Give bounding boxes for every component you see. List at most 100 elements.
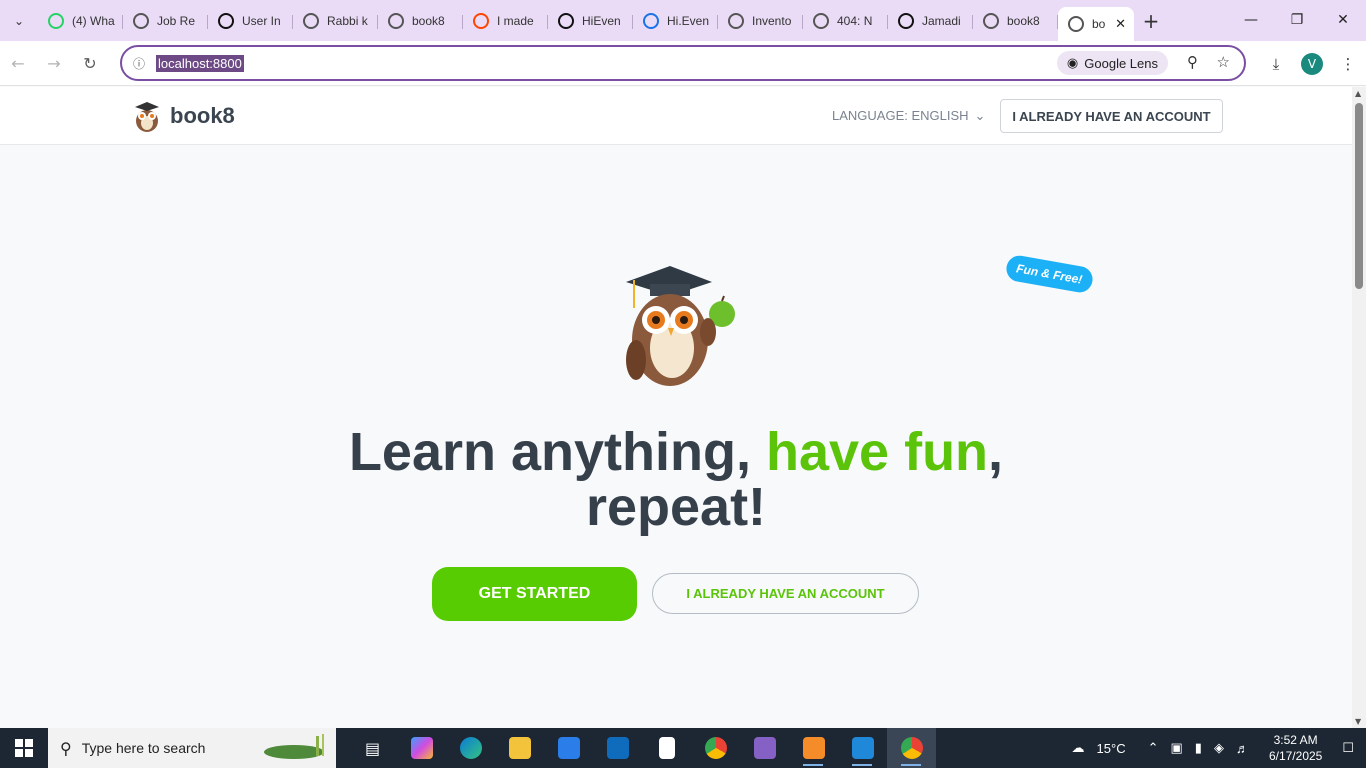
tab-title: (4) Wha [72, 13, 115, 28]
outlook-app[interactable] [593, 728, 642, 768]
browser-tab[interactable]: Invento [718, 6, 803, 36]
battery-icon[interactable]: ▮ [1189, 740, 1208, 756]
scrollbar-thumb[interactable] [1355, 103, 1363, 289]
page-scrollbar[interactable]: ▲ ▼ [1352, 87, 1366, 728]
language-label: LANGUAGE: ENGLISH [832, 108, 969, 123]
profile-avatar[interactable]: V [1301, 52, 1323, 75]
start-button[interactable] [0, 728, 48, 768]
outlook-icon [606, 737, 629, 759]
tab-search-menu[interactable]: ⌄ [0, 0, 38, 41]
browser-tab[interactable]: bo ✕ [1058, 7, 1134, 41]
vscode-app[interactable] [838, 728, 887, 768]
browser-tab[interactable]: Rabbi k [293, 6, 378, 36]
browser-tab[interactable]: book8 [973, 6, 1058, 36]
owl-mascot-illustration [626, 266, 735, 386]
browser-tab[interactable]: User In [208, 6, 293, 36]
whatsapp-icon [48, 12, 64, 29]
clock-time: 3:52 AM [1273, 733, 1318, 747]
zoom-icon[interactable]: ⚲ [1187, 53, 1198, 71]
browser-tab[interactable]: HiEven [548, 6, 633, 36]
store-app[interactable] [544, 728, 593, 768]
restore-button[interactable]: ❐ [1274, 0, 1320, 40]
chrome-app[interactable] [691, 728, 740, 768]
close-tab-icon[interactable]: ✕ [1115, 17, 1126, 32]
tab-title: book8 [412, 13, 445, 28]
edge-app[interactable] [446, 728, 495, 768]
tab-title: 404: N [837, 13, 873, 28]
globe-icon [1068, 16, 1084, 32]
github-icon [898, 12, 914, 29]
reload-button[interactable]: ↻ [72, 54, 108, 73]
get-started-button[interactable]: GET STARTED [432, 567, 637, 621]
document-icon [658, 737, 675, 759]
back-button[interactable]: ← [0, 54, 36, 73]
fun-free-badge: Fun & Free! [1004, 253, 1095, 295]
meet-now-icon[interactable]: ▣ [1165, 740, 1189, 756]
language-selector[interactable]: LANGUAGE: ENGLISH ⌄ [832, 108, 985, 124]
notification-icon[interactable]: ☐ [1336, 740, 1366, 756]
edge-icon [459, 737, 482, 759]
browser-tab[interactable]: Hi.Even [633, 6, 718, 36]
google-lens-label: Google Lens [1084, 55, 1158, 71]
page-content: book8 LANGUAGE: ENGLISH ⌄ I ALREADY HAVE… [0, 87, 1352, 728]
url-text[interactable]: localhost:8800 [156, 54, 244, 72]
forward-button[interactable]: → [36, 54, 72, 73]
brand-logo[interactable]: book8 [132, 99, 235, 133]
reddit-icon [473, 12, 489, 29]
copilot-app[interactable] [397, 728, 446, 768]
tab-title: bo [1092, 17, 1106, 31]
file-explorer-app[interactable] [495, 728, 544, 768]
volume-icon[interactable]: ♬ [1230, 741, 1255, 756]
brand-name: book8 [170, 103, 235, 128]
download-icon[interactable]: ⤓ [1258, 55, 1294, 73]
chrome-icon [704, 737, 727, 759]
chrome-icon [900, 737, 923, 759]
browser-toolbar: ← → ↻ ⓘ localhost:8800 ◉ Google Lens ⚲ ☆… [0, 41, 1366, 86]
tab-title: Jamadi [922, 13, 961, 28]
browser-tab[interactable]: 404: N [803, 6, 888, 36]
tab-title: Job Re [157, 13, 196, 28]
google-lens-button[interactable]: ◉ Google Lens [1056, 51, 1168, 75]
browser-tab[interactable]: I made [463, 6, 548, 36]
browser-tab[interactable]: Jamadi [888, 6, 973, 36]
browser-tab[interactable]: book8 [378, 6, 463, 36]
visual-studio-app[interactable] [740, 728, 789, 768]
wifi-icon[interactable]: ◈ [1208, 740, 1230, 756]
visual-studio-icon [753, 737, 776, 759]
tab-title: book8 [1007, 13, 1040, 28]
store-icon [557, 737, 580, 759]
scroll-up-icon[interactable]: ▲ [1355, 89, 1361, 98]
browser-tab[interactable]: (4) Wha [38, 6, 123, 36]
close-window-button[interactable]: ✕ [1320, 0, 1366, 40]
search-placeholder: Type here to search [81, 740, 206, 756]
weather-temp[interactable]: 15°C [1091, 741, 1132, 756]
menu-kebab-icon[interactable]: ⋮ [1330, 55, 1366, 73]
minimize-button[interactable]: — [1228, 0, 1274, 40]
github-icon [558, 12, 574, 29]
globe-icon [303, 12, 319, 29]
address-bar[interactable]: ⓘ localhost:8800 ◉ Google Lens ⚲ ☆ [120, 45, 1246, 81]
tab-title: Hi.Even [667, 13, 710, 28]
browser-tab[interactable]: Job Re [123, 6, 208, 36]
weather-icon[interactable]: ☁ [1066, 740, 1091, 756]
taskbar-search[interactable]: ⚲ Type here to search [48, 728, 336, 768]
clock[interactable]: 3:52 AM 6/17/2025 [1255, 732, 1336, 764]
notepad-app[interactable] [642, 728, 691, 768]
chevron-up-icon[interactable]: ⌃ [1132, 740, 1165, 756]
site-info-icon[interactable]: ⓘ [122, 55, 156, 72]
login-button[interactable]: I ALREADY HAVE AN ACCOUNT [652, 573, 919, 614]
chevron-down-icon: ⌄ [974, 108, 986, 123]
sublime-app[interactable] [789, 728, 838, 768]
windows-logo-icon [15, 739, 33, 757]
copilot-icon [410, 737, 433, 759]
browser-tab-bar: ⌄ (4) Wha Job Re User In Rabbi k book8 I made… [0, 0, 1366, 41]
new-tab-button[interactable]: + [1134, 9, 1168, 33]
headline-comma: , [988, 422, 1004, 482]
task-view-button[interactable]: ▤ [348, 728, 397, 768]
headline-text: Learn anything, [348, 422, 766, 482]
header-login-button[interactable]: I ALREADY HAVE AN ACCOUNT [1000, 99, 1223, 133]
globe-icon [983, 12, 999, 29]
bookmark-star-icon[interactable]: ☆ [1217, 53, 1230, 71]
chrome-profile-app[interactable] [887, 728, 936, 768]
scroll-down-icon[interactable]: ▼ [1355, 717, 1361, 726]
